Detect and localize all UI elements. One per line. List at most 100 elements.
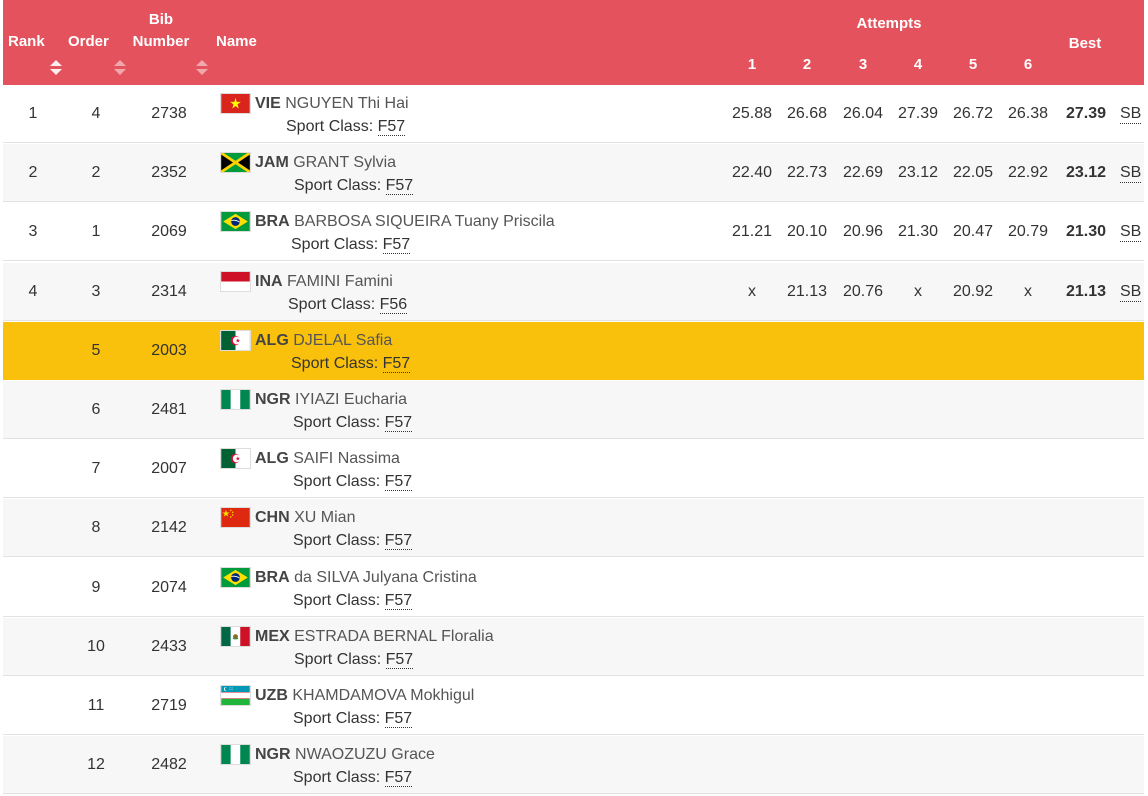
- attempt-4-cell: 21.30: [897, 223, 939, 240]
- athlete-full-name: NGUYEN Thi Hai: [285, 95, 409, 112]
- attempt-5-cell: 22.05: [952, 164, 994, 181]
- nigeria-flag-icon: [220, 744, 251, 765]
- vietnam-flag-icon: [220, 93, 251, 114]
- sport-class-label: Sport Class:: [294, 177, 386, 194]
- attempt-6-cell: x: [1024, 283, 1032, 300]
- athlete-name[interactable]: JAM GRANT Sylvia: [255, 153, 396, 173]
- table-row: 6 2481 NGR IYIAZI Eucharia Sport Class: F57: [3, 381, 1144, 439]
- attempt-6-header: 6: [1023, 56, 1033, 73]
- record-badge[interactable]: SB: [1120, 85, 1142, 143]
- sport-class-code[interactable]: F57: [382, 355, 411, 373]
- record-abbreviation: SB: [1120, 223, 1142, 242]
- best-cell: 27.39: [1065, 105, 1107, 122]
- bib-number-cell: 2074: [151, 579, 187, 596]
- order-column-header[interactable]: Order: [68, 33, 109, 50]
- attempt-5-cell: 20.47: [952, 223, 994, 240]
- athlete-name[interactable]: NGR IYIAZI Eucharia: [255, 390, 407, 410]
- attempt-2-cell: 21.13: [786, 283, 828, 300]
- attempt-3-cell: 22.69: [842, 164, 884, 181]
- sport-class: Sport Class: F57: [293, 768, 413, 788]
- sport-class-code[interactable]: F57: [384, 710, 413, 728]
- results-table: Rank Order Bib Number Name Attempts 1 2 …: [0, 0, 1148, 796]
- algeria-flag-icon: [220, 448, 251, 469]
- record-abbreviation: SB: [1120, 105, 1142, 124]
- sport-class: Sport Class: F57: [293, 709, 413, 729]
- athlete-name[interactable]: CHN XU Mian: [255, 508, 355, 528]
- sport-class: Sport Class: F57: [286, 117, 406, 137]
- athlete-name[interactable]: VIE NGUYEN Thi Hai: [255, 94, 409, 114]
- record-badge[interactable]: SB: [1120, 263, 1142, 321]
- athlete-name[interactable]: BRA BARBOSA SIQUEIRA Tuany Priscila: [255, 212, 555, 232]
- sport-class: Sport Class: F57: [294, 176, 414, 196]
- record-badge[interactable]: SB: [1120, 203, 1142, 261]
- attempt-1-cell: 25.88: [731, 105, 773, 122]
- best-column-header: Best: [1068, 35, 1102, 52]
- sport-class-label: Sport Class:: [293, 532, 385, 549]
- country-code: ALG: [255, 450, 289, 467]
- sport-class-code[interactable]: F57: [384, 532, 413, 550]
- sport-class: Sport Class: F56: [288, 295, 408, 315]
- rank-cell: 3: [28, 223, 38, 240]
- attempt-4-header: 4: [913, 56, 923, 73]
- athlete-full-name: NWAOZUZU Grace: [295, 746, 435, 763]
- athlete-full-name: ESTRADA BERNAL Floralia: [294, 628, 494, 645]
- table-row: 12 2482 NGR NWAOZUZU Grace Sport Class: F57: [3, 736, 1144, 794]
- athlete-name[interactable]: UZB KHAMDAMOVA Mokhigul: [255, 686, 474, 706]
- table-row: 1 4 2738 VIE NGUYEN Thi Hai Sport Class: F57…: [3, 85, 1144, 143]
- best-cell: 21.13: [1065, 283, 1107, 300]
- record-badge[interactable]: SB: [1120, 144, 1142, 202]
- attempt-2-cell: 26.68: [786, 105, 828, 122]
- sport-class-code[interactable]: F57: [385, 177, 414, 195]
- indonesia-flag-icon: [220, 271, 251, 292]
- rank-sort-icon[interactable]: [50, 60, 62, 76]
- sport-class-code[interactable]: F57: [384, 473, 413, 491]
- athlete-name[interactable]: INA FAMINI Famini: [255, 272, 393, 292]
- sport-class-code[interactable]: F56: [379, 296, 408, 314]
- sport-class-code[interactable]: F57: [384, 769, 413, 787]
- order-sort-icon[interactable]: [114, 60, 126, 76]
- attempt-6-cell: 20.79: [1007, 223, 1049, 240]
- athlete-name[interactable]: ALG DJELAL Safia: [255, 331, 392, 351]
- order-cell: 1: [91, 223, 101, 240]
- athlete-name[interactable]: ALG SAIFI Nassima: [255, 449, 400, 469]
- sport-class: Sport Class: F57: [293, 472, 413, 492]
- record-abbreviation: SB: [1120, 283, 1142, 302]
- record-abbreviation: SB: [1120, 164, 1142, 183]
- table-row: 9 2074 BRA da SILVA Julyana Cristina Sport …: [3, 559, 1144, 617]
- nigeria-flag-icon: [220, 389, 251, 410]
- sport-class-code[interactable]: F57: [382, 236, 411, 254]
- sport-class-code[interactable]: F57: [384, 592, 413, 610]
- bib-number-column-header[interactable]: Bib Number: [133, 9, 190, 53]
- athlete-name[interactable]: NGR NWAOZUZU Grace: [255, 745, 435, 765]
- bib-number-cell: 2314: [151, 283, 187, 300]
- sport-class-code[interactable]: F57: [385, 651, 414, 669]
- sport-class-code[interactable]: F57: [377, 118, 406, 136]
- sport-class: Sport Class: F57: [294, 650, 414, 670]
- bib-sort-icon[interactable]: [196, 60, 208, 76]
- rank-column-header[interactable]: Rank: [8, 33, 45, 50]
- bib-number-cell: 2069: [151, 223, 187, 240]
- attempt-1-cell: 22.40: [731, 164, 773, 181]
- attempt-4-cell: x: [914, 283, 922, 300]
- rank-cell: 2: [28, 164, 38, 181]
- table-row: 3 1 2069 BRA BARBOSA SIQUEIRA Tuany Priscil…: [3, 203, 1144, 261]
- athlete-name[interactable]: BRA da SILVA Julyana Cristina: [255, 568, 477, 588]
- bib-number-cell: 2007: [151, 460, 187, 477]
- sport-class-label: Sport Class:: [293, 473, 385, 490]
- rank-cell: 4: [28, 283, 38, 300]
- table-row: 2 2 2352 JAM GRANT Sylvia Sport Class: F57 22…: [3, 144, 1144, 202]
- attempt-1-cell: x: [748, 283, 756, 300]
- sport-class-code[interactable]: F57: [384, 414, 413, 432]
- order-cell: 9: [91, 579, 101, 596]
- order-cell: 3: [91, 283, 101, 300]
- country-code: INA: [255, 273, 283, 290]
- athlete-name[interactable]: MEX ESTRADA BERNAL Floralia: [255, 627, 494, 647]
- table-row: 4 3 2314 INA FAMINI Famini Sport Class: F56 x…: [3, 263, 1144, 321]
- country-code: MEX: [255, 628, 290, 645]
- attempt-4-cell: 23.12: [897, 164, 939, 181]
- attempt-4-cell: 27.39: [897, 105, 939, 122]
- table-row: 7 2007 ALG SAIFI Nassima Sport Class: F57: [3, 440, 1144, 498]
- sport-class: Sport Class: F57: [293, 413, 413, 433]
- order-cell: 12: [87, 756, 105, 773]
- attempt-2-cell: 22.73: [786, 164, 828, 181]
